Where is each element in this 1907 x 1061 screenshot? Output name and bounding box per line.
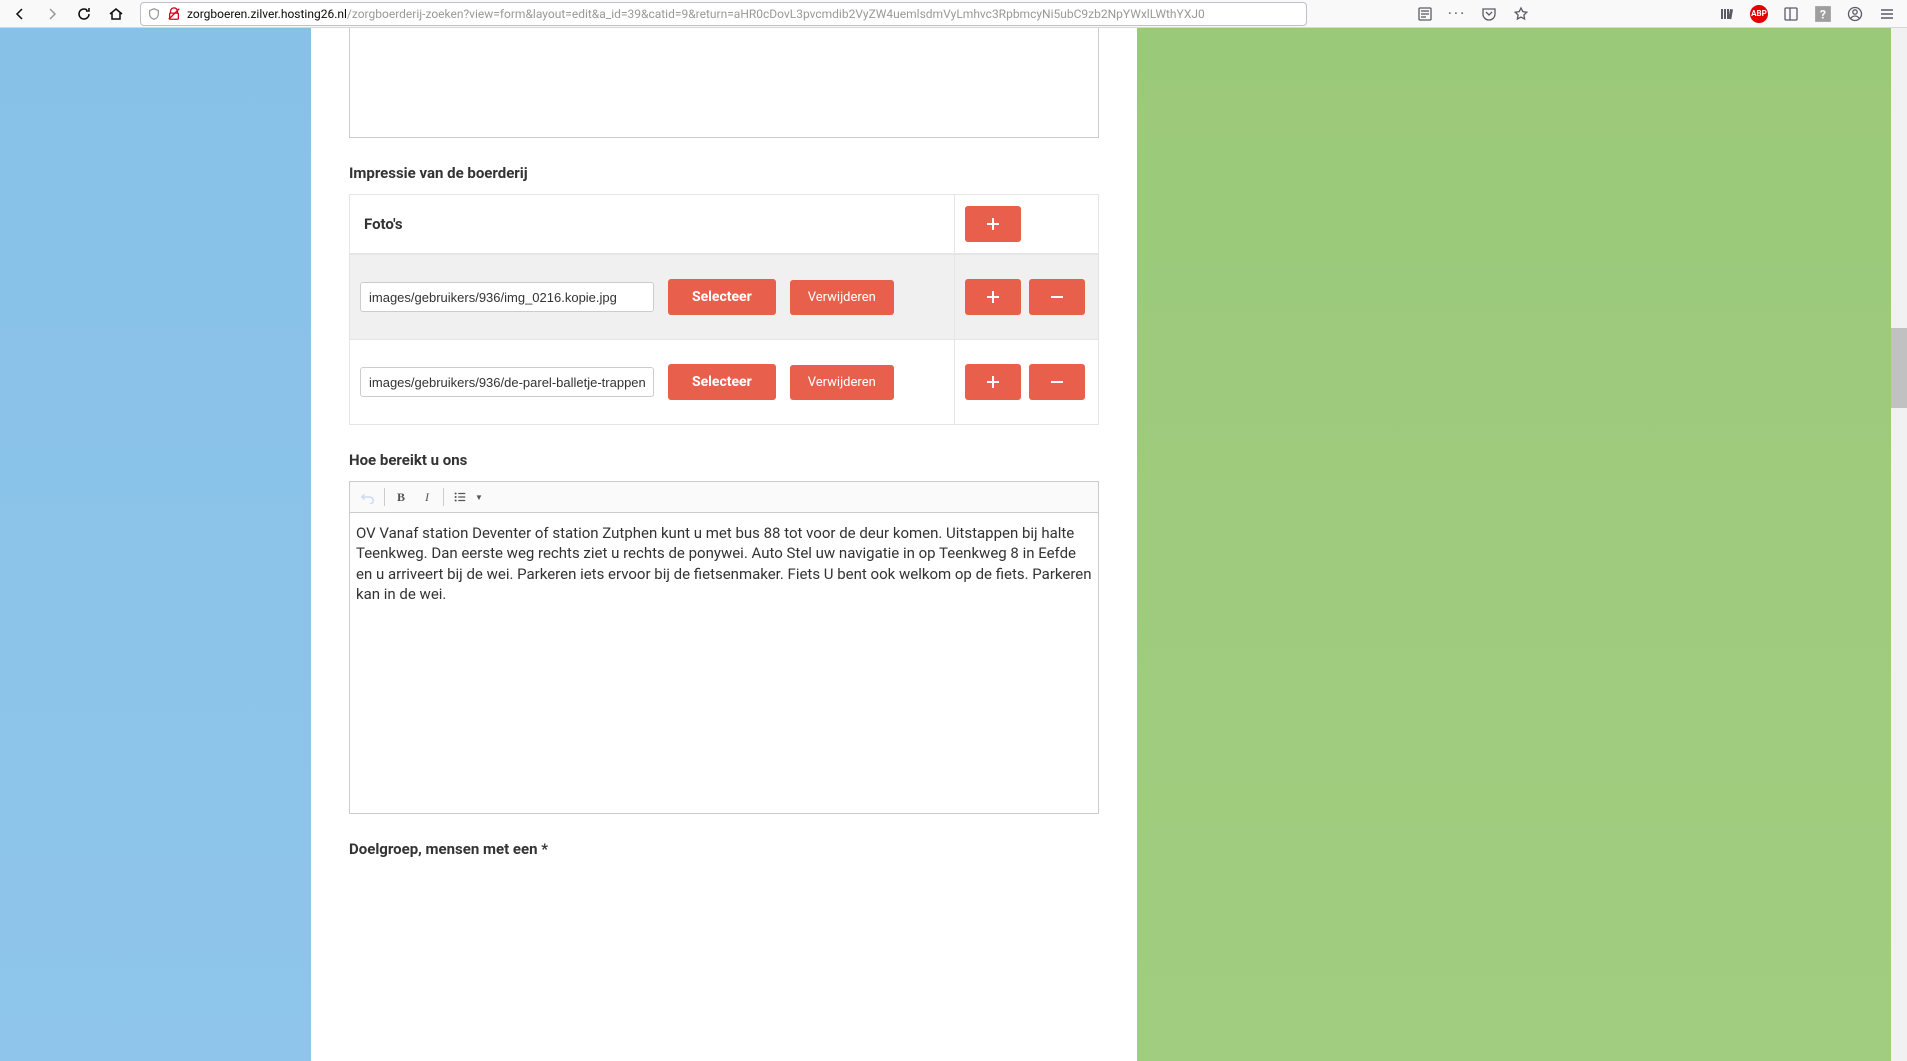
editor-content[interactable]: OV Vanaf station Deventer of station Zut…: [350, 513, 1098, 813]
svg-text:?: ?: [1820, 8, 1826, 22]
form-content: Impressie van de boerderij Foto's Select…: [311, 28, 1137, 910]
photo-header-actions: [954, 195, 1098, 253]
select-button[interactable]: Selecteer: [668, 279, 776, 315]
rich-editor: B I ▼ OV Vanaf station Deventer of stati…: [349, 481, 1099, 814]
bg-right: [1137, 28, 1907, 1061]
delete-button[interactable]: Verwijderen: [790, 280, 894, 315]
section-impressie-label: Impressie van de boerderij: [349, 164, 1099, 182]
shield-icon: [147, 7, 161, 21]
url-bar[interactable]: zorgboeren.zilver.hosting26.nl/zorgboerd…: [140, 2, 1307, 26]
editor-toolbar: B I ▼: [350, 482, 1098, 513]
section-bereikt-label: Hoe bereikt u ons: [349, 451, 1099, 469]
photo-path-input[interactable]: [360, 282, 654, 312]
photo-table-header: Foto's: [350, 195, 1098, 254]
photo-row: Selecteer Verwijderen: [350, 254, 1098, 339]
account-icon[interactable]: [1841, 2, 1869, 26]
toolbar-separator: [384, 488, 385, 506]
scrollbar[interactable]: [1891, 28, 1907, 1061]
undo-icon[interactable]: [356, 486, 380, 508]
photo-row: Selecteer Verwijderen: [350, 339, 1098, 424]
delete-button[interactable]: Verwijderen: [790, 365, 894, 400]
section-doelgroep-label: Doelgroep, mensen met een *: [349, 840, 1099, 858]
add-row-button[interactable]: [965, 279, 1021, 315]
help-icon[interactable]: ?: [1809, 2, 1837, 26]
list-dropdown[interactable]: ▼: [472, 486, 486, 508]
scrollbar-thumb[interactable]: [1891, 328, 1907, 408]
toolbar-separator: [443, 488, 444, 506]
url-path: /zorgboerderij-zoeken?view=form&layout=e…: [347, 7, 1205, 21]
pocket-icon[interactable]: [1475, 2, 1503, 26]
photos-col-header: Foto's: [350, 195, 954, 253]
abp-icon[interactable]: ABP: [1745, 2, 1773, 26]
select-button[interactable]: Selecteer: [668, 364, 776, 400]
more-icon[interactable]: ···: [1443, 2, 1471, 26]
remove-row-button[interactable]: [1029, 279, 1085, 315]
add-row-button[interactable]: [965, 364, 1021, 400]
italic-button[interactable]: I: [415, 486, 439, 508]
home-button[interactable]: [102, 2, 130, 26]
menu-icon[interactable]: [1873, 2, 1901, 26]
reload-button[interactable]: [70, 2, 98, 26]
library-icon[interactable]: [1713, 2, 1741, 26]
back-button[interactable]: [6, 2, 34, 26]
forward-button[interactable]: [38, 2, 66, 26]
previous-editor-area[interactable]: [349, 28, 1099, 138]
photo-table: Foto's Selecteer Verwijderen: [349, 194, 1099, 425]
list-button[interactable]: [448, 486, 472, 508]
remove-row-button[interactable]: [1029, 364, 1085, 400]
url-domain: zorgboeren.zilver.hosting26.nl: [187, 7, 347, 21]
photo-path-input[interactable]: [360, 367, 654, 397]
insecure-icon: [167, 7, 181, 21]
browser-toolbar: zorgboeren.zilver.hosting26.nl/zorgboerd…: [0, 0, 1907, 28]
sidebar-icon[interactable]: [1777, 2, 1805, 26]
add-row-button[interactable]: [965, 206, 1021, 242]
bookmark-icon[interactable]: [1507, 2, 1535, 26]
reader-mode-icon[interactable]: [1411, 2, 1439, 26]
bold-button[interactable]: B: [389, 486, 413, 508]
bg-left: [0, 28, 311, 1061]
